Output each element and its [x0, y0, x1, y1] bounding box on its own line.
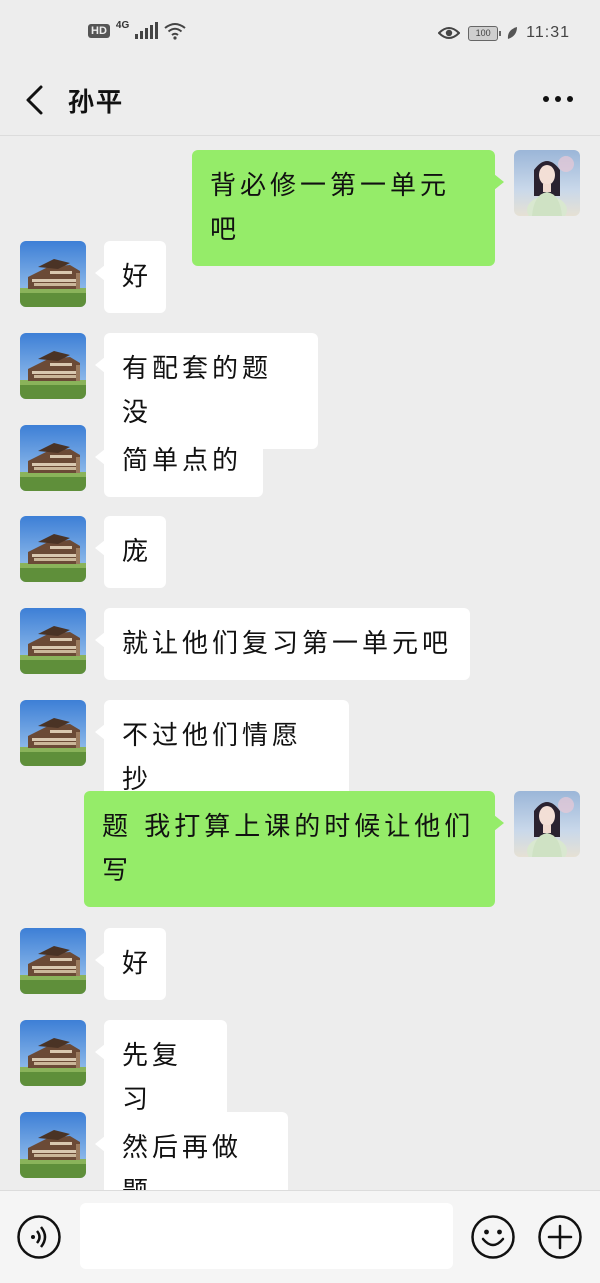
- voice-icon[interactable]: [16, 1214, 62, 1260]
- eye-icon: [438, 27, 461, 39]
- status-bar: HD 4G 100 11:31: [0, 0, 600, 64]
- contact-avatar[interactable]: [20, 516, 86, 582]
- self-avatar[interactable]: [514, 150, 580, 216]
- leaf-icon: [508, 27, 518, 39]
- battery-level: 100: [475, 28, 491, 38]
- message-bubble[interactable]: 好: [95, 928, 166, 1000]
- message-input[interactable]: [80, 1203, 453, 1269]
- contact-avatar[interactable]: [20, 608, 86, 674]
- contact-avatar[interactable]: [20, 1112, 86, 1178]
- chat-header: 孙平: [0, 64, 600, 136]
- message-bubble[interactable]: 简单点的: [95, 425, 263, 497]
- message-list[interactable]: 背必修一第一单元吧 好 有配套的题没 简单点的 庞 就让他们复习第一单元吧 不过…: [0, 137, 600, 1190]
- clock: 11:31: [526, 24, 570, 41]
- input-bar: [0, 1190, 600, 1283]
- contact-avatar[interactable]: [20, 700, 86, 766]
- contact-avatar[interactable]: [20, 928, 86, 994]
- message-bubble[interactable]: 就让他们复习第一单元吧: [95, 608, 470, 680]
- self-avatar[interactable]: [514, 791, 580, 857]
- contact-avatar[interactable]: [20, 241, 86, 307]
- emoji-icon[interactable]: [470, 1214, 516, 1260]
- back-button[interactable]: [16, 80, 52, 120]
- signal-icon: [135, 22, 159, 39]
- contact-avatar[interactable]: [20, 333, 86, 399]
- wifi-icon: [164, 23, 186, 40]
- message-bubble[interactable]: 庞: [95, 516, 166, 588]
- network-type: 4G: [115, 19, 130, 31]
- contact-avatar[interactable]: [20, 1020, 86, 1086]
- message-bubble[interactable]: 题 我打算上课的时候让他们写: [84, 791, 504, 907]
- contact-avatar[interactable]: [20, 425, 86, 491]
- message-bubble[interactable]: 背必修一第一单元吧: [192, 150, 504, 266]
- more-dots-icon: [543, 96, 573, 102]
- status-right: 100 11:31: [438, 24, 570, 42]
- message-bubble[interactable]: 好: [95, 241, 166, 313]
- message-bubble[interactable]: 然后再做题: [95, 1112, 288, 1190]
- hd-badge: HD: [88, 24, 110, 38]
- more-button[interactable]: [538, 84, 578, 114]
- battery-icon: 100: [468, 25, 502, 41]
- chevron-left-icon: [26, 85, 43, 115]
- plus-icon[interactable]: [537, 1214, 583, 1260]
- chat-title: 孙平: [68, 88, 125, 118]
- status-left: HD 4G: [88, 19, 186, 40]
